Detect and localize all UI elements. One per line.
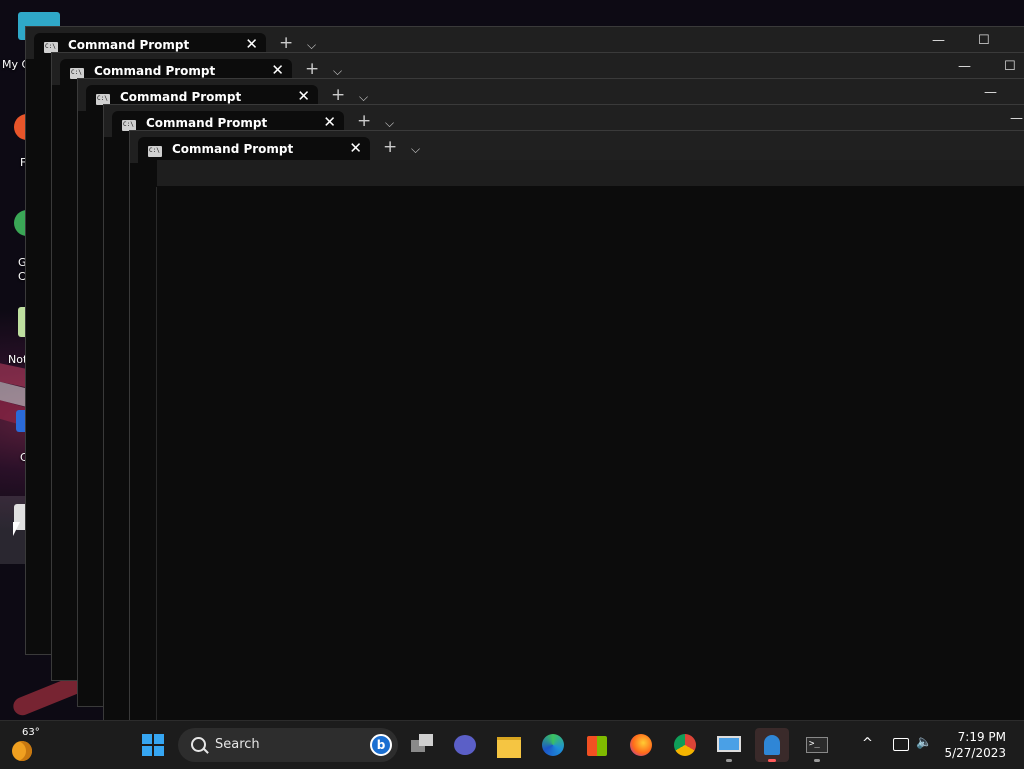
minimize-icon[interactable]: —	[984, 85, 997, 100]
terminal-icon: >_	[806, 737, 828, 753]
file-explorer-button[interactable]	[492, 728, 526, 762]
weather-temperature: 63°	[22, 727, 40, 738]
edge-icon	[542, 734, 564, 756]
task-view-button[interactable]	[405, 728, 439, 762]
close-tab-icon[interactable]: ✕	[349, 139, 362, 157]
maximize-icon[interactable]: ☐	[978, 33, 990, 48]
bing-icon[interactable]: b	[370, 734, 392, 756]
task-view-icon-back	[419, 734, 433, 746]
firefox-button[interactable]	[624, 728, 658, 762]
tab-title: Command Prompt	[68, 38, 190, 52]
chevron-down-icon[interactable]: ⌵	[333, 64, 342, 79]
close-tab-icon[interactable]: ✕	[297, 87, 310, 105]
start-button[interactable]	[136, 728, 170, 762]
weather-widget[interactable]: 63°	[10, 727, 50, 763]
app-icon	[764, 735, 780, 755]
tab-title: Command Prompt	[172, 142, 294, 156]
teams-chat-button[interactable]	[448, 728, 482, 762]
chevron-down-icon[interactable]: ⌵	[411, 142, 420, 157]
weather-icon	[12, 741, 32, 761]
minimize-icon[interactable]: —	[932, 33, 945, 48]
search-box[interactable]: Search b	[178, 728, 398, 762]
tab-title: Command Prompt	[94, 64, 216, 78]
system-clock[interactable]: 7:19 PM 5/27/2023	[944, 729, 1006, 761]
new-tab-icon[interactable]: +	[305, 59, 319, 79]
title-bar[interactable]: Command Prompt ✕ + ⌵	[130, 131, 1024, 163]
minimize-icon[interactable]: —	[958, 59, 971, 74]
new-tab-icon[interactable]: +	[279, 33, 293, 53]
desktop-icon-selected[interactable]	[0, 496, 28, 564]
show-hidden-icons-chevron-icon[interactable]: ^	[862, 736, 873, 751]
remote-desktop-button[interactable]	[712, 728, 746, 762]
tab-title: Command Prompt	[120, 90, 242, 104]
active-indicator	[768, 759, 776, 762]
running-indicator	[726, 759, 732, 762]
maximize-icon[interactable]: ☐	[1004, 59, 1016, 74]
tab-title: Command Prompt	[146, 116, 268, 130]
clock-time: 7:19 PM	[957, 730, 1006, 744]
terminal-window-active[interactable]: Command Prompt ✕ + ⌵	[129, 130, 1024, 726]
app-button-active[interactable]	[755, 728, 789, 762]
firefox-icon	[630, 734, 652, 756]
file-explorer-icon	[497, 737, 521, 758]
taskbar: 63° Search b >_ ^ 🔈 7:19 PM 5/27/2023	[0, 720, 1024, 769]
mouse-cursor-icon	[13, 522, 20, 536]
chrome-icon	[674, 734, 696, 756]
store-button[interactable]	[580, 728, 614, 762]
chrome-button[interactable]	[668, 728, 702, 762]
new-tab-icon[interactable]: +	[357, 111, 371, 131]
search-icon-handle	[203, 748, 209, 754]
edge-button[interactable]	[536, 728, 570, 762]
chevron-down-icon[interactable]: ⌵	[385, 116, 394, 131]
running-indicator	[814, 759, 820, 762]
search-placeholder: Search	[215, 737, 260, 752]
teams-chat-icon	[454, 735, 476, 755]
new-tab-icon[interactable]: +	[331, 85, 345, 105]
clock-date: 5/27/2023	[944, 746, 1006, 760]
network-icon[interactable]	[893, 738, 909, 751]
chevron-down-icon[interactable]: ⌵	[307, 38, 316, 53]
minimize-icon[interactable]: —	[1010, 111, 1023, 126]
window-drag-ghost	[157, 160, 1024, 186]
chevron-down-icon[interactable]: ⌵	[359, 90, 368, 105]
close-tab-icon[interactable]: ✕	[271, 61, 284, 79]
remote-desktop-icon	[717, 736, 741, 752]
new-tab-icon[interactable]: +	[383, 137, 397, 157]
close-tab-icon[interactable]: ✕	[245, 35, 258, 53]
command-prompt-icon	[148, 146, 162, 157]
windows-logo-icon	[142, 734, 164, 756]
volume-icon[interactable]: 🔈	[916, 735, 932, 750]
terminal-content[interactable]	[156, 187, 1024, 725]
terminal-button[interactable]: >_	[800, 728, 834, 762]
store-icon	[587, 736, 607, 756]
close-tab-icon[interactable]: ✕	[323, 113, 336, 131]
